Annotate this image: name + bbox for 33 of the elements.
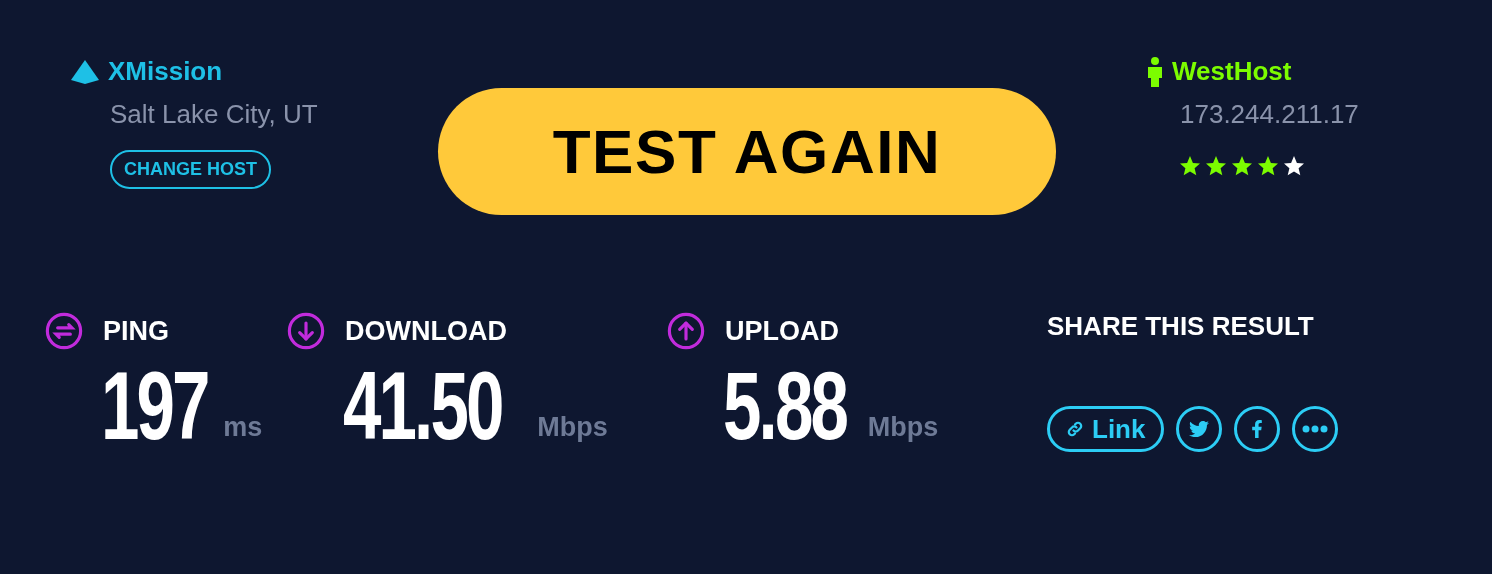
pyramid-icon <box>70 58 100 85</box>
metric-label: UPLOAD <box>725 315 839 348</box>
link-icon <box>1066 420 1084 438</box>
isp-location: Salt Lake City, UT <box>110 98 319 131</box>
metric-unit: Mbps <box>537 411 608 444</box>
server-ip: 173.244.211.17 <box>1180 98 1359 131</box>
upload-icon <box>667 312 705 351</box>
metric-value: 5.88 <box>723 355 846 456</box>
more-button[interactable] <box>1292 406 1339 452</box>
more-icon <box>1302 425 1329 433</box>
isp-name: XMission <box>108 55 223 88</box>
metric-unit: ms <box>223 411 263 444</box>
star-icon <box>1204 154 1228 178</box>
twitter-button[interactable] <box>1176 406 1223 452</box>
star-icon <box>1256 154 1280 178</box>
metric-unit: Mbps <box>867 411 939 444</box>
download-icon <box>287 312 325 351</box>
star-icon <box>1282 154 1306 178</box>
change-host-button[interactable]: CHANGE HOST <box>110 150 271 189</box>
star-icon <box>1178 154 1202 178</box>
share-title: SHARE THIS RESULT <box>1047 310 1315 343</box>
ping-icon <box>45 312 83 351</box>
server-name: WestHost <box>1172 55 1292 88</box>
test-again-button[interactable]: TEST AGAIN <box>438 88 1056 215</box>
metric-label: PING <box>103 315 169 348</box>
person-icon <box>1146 56 1164 87</box>
link-button[interactable]: Link <box>1047 406 1165 452</box>
metric-value: 41.50 <box>343 355 502 456</box>
metric-value: 197 <box>101 355 208 456</box>
star-icon <box>1230 154 1254 178</box>
metric-label: DOWNLOAD <box>345 315 507 348</box>
facebook-button[interactable] <box>1234 406 1281 452</box>
bird-icon <box>1189 419 1210 439</box>
